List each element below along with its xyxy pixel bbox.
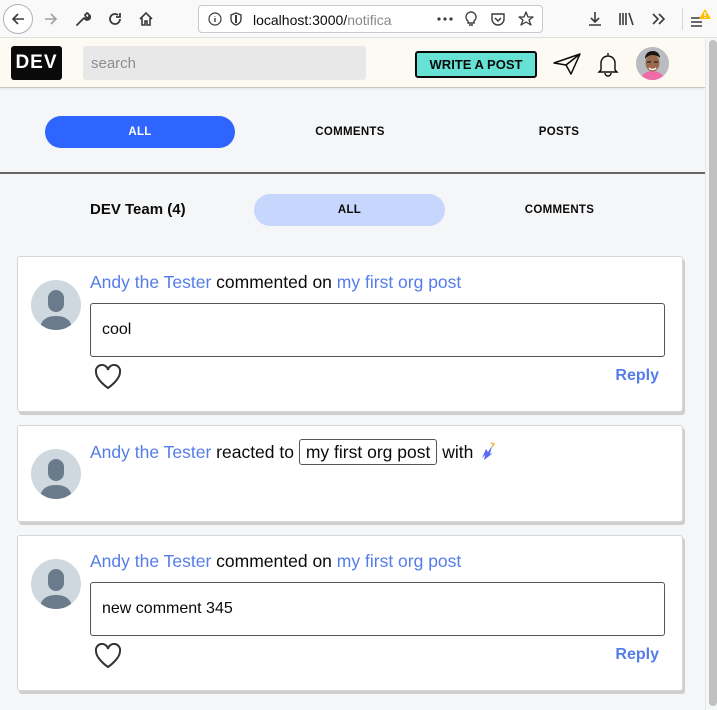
back-icon xyxy=(11,13,24,25)
tab-comments[interactable]: COMMENTS xyxy=(255,116,445,148)
commenter-avatar[interactable] xyxy=(31,280,81,330)
default-user-icon xyxy=(40,290,72,330)
overflow-icon xyxy=(652,13,666,25)
library-button[interactable] xyxy=(614,5,640,33)
scrollbar[interactable] xyxy=(705,38,717,710)
forward-icon xyxy=(45,13,58,25)
user-link[interactable]: Andy the Tester xyxy=(90,272,211,292)
menu-icon xyxy=(691,9,711,27)
post-link[interactable]: my first org post xyxy=(337,551,461,571)
info-icon[interactable] xyxy=(207,11,223,27)
suffix-text: with xyxy=(442,442,474,462)
reply-button[interactable]: Reply xyxy=(615,367,659,385)
comment-box[interactable]: new comment 345 xyxy=(90,582,665,636)
download-icon xyxy=(589,12,601,26)
notifications-button[interactable] xyxy=(593,50,623,78)
wrench-button[interactable] xyxy=(68,4,98,34)
download-button[interactable] xyxy=(582,5,608,33)
star-icon[interactable] xyxy=(518,11,534,27)
shield-icon[interactable] xyxy=(228,11,244,27)
reactor-avatar[interactable] xyxy=(31,449,81,499)
scrollbar-thumb[interactable] xyxy=(709,40,717,706)
heart-icon[interactable] xyxy=(94,364,122,390)
notification-card: Andy the Tester commented on my first or… xyxy=(17,256,683,412)
page: DEV WRITE A POST ALL COMMENTS POSTS DEV … xyxy=(0,38,705,710)
url-text: localhost:3000/notifica xyxy=(253,12,392,28)
reload-icon xyxy=(109,13,121,25)
menu-button[interactable] xyxy=(688,5,714,33)
user-photo-icon xyxy=(636,47,669,80)
notification-card: Andy the Tester reacted to my first org … xyxy=(17,425,683,522)
default-user-icon xyxy=(40,459,72,499)
org-tab-all[interactable]: ALL xyxy=(254,194,445,226)
reply-button[interactable]: Reply xyxy=(615,646,659,664)
primary-tabs: ALL COMMENTS POSTS xyxy=(0,88,705,174)
post-link[interactable]: my first org post xyxy=(298,439,438,465)
tab-all[interactable]: ALL xyxy=(45,116,235,148)
toolbar-separator xyxy=(682,8,683,30)
action-text: reacted to xyxy=(216,442,294,462)
tab-posts[interactable]: POSTS xyxy=(464,116,654,148)
dev-logo[interactable]: DEV xyxy=(11,46,62,80)
lightbulb-icon[interactable] xyxy=(463,11,479,27)
home-icon xyxy=(139,11,153,26)
heart-icon[interactable] xyxy=(94,643,122,669)
wrench-icon xyxy=(76,11,91,26)
comment-box[interactable]: cool xyxy=(90,303,665,357)
user-link[interactable]: Andy the Tester xyxy=(90,551,211,571)
default-user-icon xyxy=(40,569,72,609)
notification-card: Andy the Tester commented on my first or… xyxy=(17,535,683,691)
notification-text: Andy the Tester commented on my first or… xyxy=(90,551,461,572)
write-post-button[interactable]: WRITE A POST xyxy=(415,51,537,78)
overflow-button[interactable] xyxy=(646,5,672,33)
post-link[interactable]: my first org post xyxy=(337,272,461,292)
action-text: commented on xyxy=(216,551,332,571)
back-button[interactable] xyxy=(3,4,33,34)
pocket-icon[interactable] xyxy=(490,11,506,27)
action-text: commented on xyxy=(216,272,332,292)
org-title: DEV Team (4) xyxy=(90,201,186,218)
search-input[interactable] xyxy=(83,46,366,80)
more-icon[interactable] xyxy=(435,11,455,27)
commenter-avatar[interactable] xyxy=(31,559,81,609)
url-bar[interactable]: localhost:3000/notifica xyxy=(198,5,543,33)
library-icon xyxy=(619,12,634,26)
browser-toolbar: localhost:3000/notifica xyxy=(0,0,717,38)
forward-button[interactable] xyxy=(36,4,66,34)
reload-button[interactable] xyxy=(100,4,130,34)
home-button[interactable] xyxy=(131,4,161,34)
bell-icon xyxy=(597,53,619,77)
paper-plane-icon xyxy=(553,53,581,75)
notification-text: Andy the Tester reacted to my first org … xyxy=(90,439,498,465)
notification-text: Andy the Tester commented on my first or… xyxy=(90,272,461,293)
top-bar: DEV WRITE A POST xyxy=(0,38,705,88)
user-link[interactable]: Andy the Tester xyxy=(90,442,211,462)
unicorn-icon xyxy=(482,442,496,460)
org-tab-comments[interactable]: COMMENTS xyxy=(464,194,655,226)
connect-button[interactable] xyxy=(552,50,582,78)
user-avatar[interactable] xyxy=(636,47,669,80)
